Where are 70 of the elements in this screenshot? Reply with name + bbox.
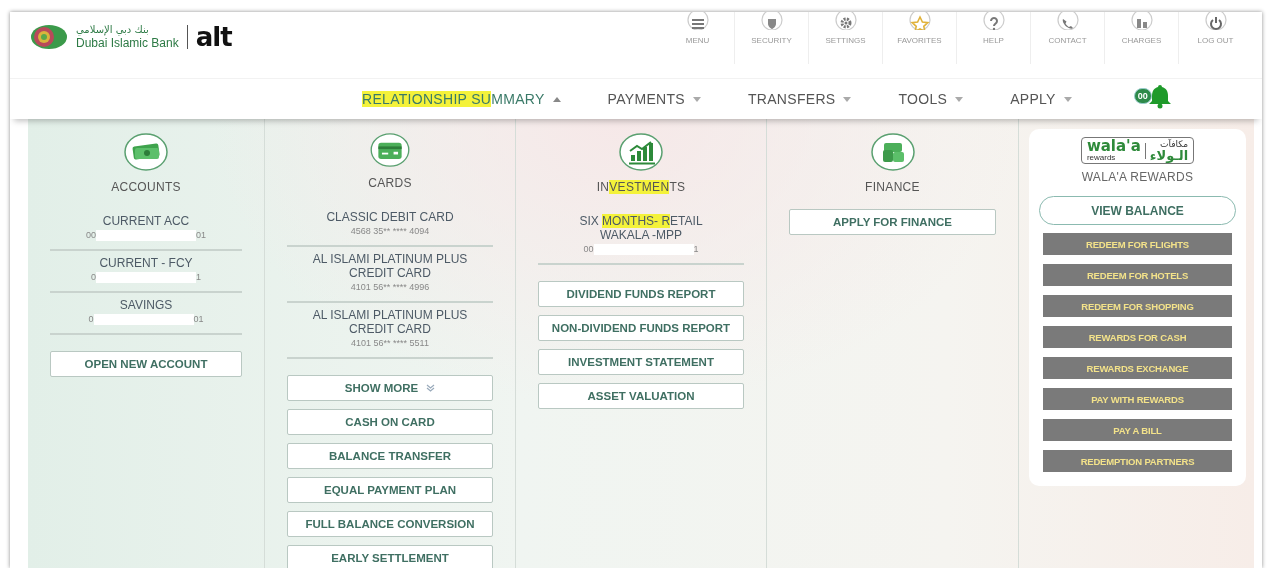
product-name[interactable]: CLASSIC DEBIT CARD	[326, 210, 454, 224]
top-link[interactable]: CONTACT	[1030, 12, 1104, 64]
top-link[interactable]: SECURITY	[734, 12, 808, 64]
caret-icon	[1063, 96, 1072, 102]
rewards-button[interactable]: PAY A BILL	[1043, 419, 1232, 441]
bar-chart-icon	[619, 133, 663, 171]
rewards-button[interactable]: REDEEM FOR SHOPPING	[1043, 295, 1232, 317]
account-number: 00	[86, 229, 96, 241]
account-number: 1	[196, 271, 201, 283]
brand-logo: alt	[195, 24, 232, 50]
section-title: WALA'A REWARDS	[1081, 170, 1194, 184]
action-button[interactable]: APPLY FOR FINANCE	[789, 209, 996, 235]
caret-icon	[692, 96, 701, 102]
action-button[interactable]: NON-DIVIDEND FUNDS REPORT	[538, 315, 744, 341]
nav-menu[interactable]: PAYMENTS	[607, 91, 701, 107]
action-button[interactable]: EARLY SETTLEMENT	[287, 545, 493, 568]
account-number: 0	[91, 271, 96, 283]
section-title: ACCOUNTS	[111, 179, 181, 195]
product-name[interactable]: CURRENT - FCY	[99, 256, 193, 270]
product-name[interactable]: AL ISLAMI PLATINUM PLUS CREDIT CARD	[302, 252, 478, 280]
product-name[interactable]: AL ISLAMI PLATINUM PLUS CREDIT CARD	[302, 308, 478, 336]
action-button[interactable]: OPEN NEW ACCOUNT	[50, 351, 242, 377]
double-chevron-icon	[426, 384, 436, 392]
rewards-button[interactable]: REWARDS EXCHANGE	[1043, 357, 1232, 379]
top-link[interactable]: CHARGES	[1104, 12, 1178, 64]
top-link[interactable]: LOG OUT	[1178, 12, 1252, 64]
account-number: 01	[193, 313, 204, 325]
action-button[interactable]: EQUAL PAYMENT PLAN	[287, 477, 493, 503]
top-link[interactable]: MENU	[661, 12, 734, 64]
rewards-button[interactable]: REDEMPTION PARTNERS	[1043, 450, 1232, 472]
account-number: 4101 56** **** 5511	[351, 337, 429, 349]
nav-menu[interactable]: TOOLS	[898, 91, 964, 107]
cash-stack-icon	[870, 133, 915, 171]
view-balance-button[interactable]: VIEW BALANCE	[1039, 196, 1236, 225]
top-link[interactable]: SETTINGS	[808, 12, 882, 64]
bank-logo-icon	[30, 24, 68, 50]
action-button[interactable]: BALANCE TRANSFER	[287, 443, 493, 469]
caret-icon	[552, 96, 561, 102]
action-button[interactable]: INVESTMENT STATEMENT	[538, 349, 744, 375]
account-number: 4101 56** **** 4996	[350, 281, 430, 293]
caret-icon	[955, 96, 964, 102]
notification-badge: 00	[1133, 88, 1152, 104]
action-button[interactable]: SHOW MORE	[287, 375, 493, 401]
action-button[interactable]: CASH ON CARD	[287, 409, 493, 435]
rewards-button[interactable]: REDEEM FOR FLIGHTS	[1043, 233, 1232, 255]
rewards-button[interactable]: PAY WITH REWARDS	[1043, 388, 1232, 410]
bank-name-arabic: بنك دبي الإسلامي	[76, 25, 149, 35]
product-name[interactable]: SAVINGS	[119, 298, 173, 312]
action-button[interactable]: DIVIDEND FUNDS REPORT	[538, 281, 744, 307]
nav-menu[interactable]: APPLY	[1010, 91, 1072, 107]
account-number: 0	[88, 313, 94, 325]
account-number: 1	[693, 243, 699, 255]
product-name[interactable]: CURRENT ACC	[102, 214, 190, 228]
account-number: 4568 35** **** 4094	[350, 225, 430, 237]
rewards-button[interactable]: REWARDS FOR CASH	[1043, 326, 1232, 348]
product-name[interactable]: SIX MONTHS- RETAIL WAKALA -MPP	[553, 214, 729, 242]
bank-name: Dubai Islamic Bank	[76, 37, 179, 49]
section-title: CARDS	[368, 175, 412, 191]
nav-menu[interactable]: TRANSFERS	[747, 91, 852, 107]
action-button[interactable]: ASSET VALUATION	[538, 383, 744, 409]
credit-card-icon	[368, 133, 412, 167]
account-number: 01	[196, 229, 206, 241]
top-link[interactable]: HELP	[956, 12, 1030, 64]
rewards-button[interactable]: REDEEM FOR HOTELS	[1043, 264, 1232, 286]
action-button[interactable]: FULL BALANCE CONVERSION	[287, 511, 493, 537]
money-icon	[124, 133, 168, 171]
section-title: FINANCE	[865, 179, 920, 195]
caret-icon	[843, 96, 852, 102]
top-link[interactable]: FAVORITES	[882, 12, 956, 64]
account-number: 00	[583, 243, 594, 255]
